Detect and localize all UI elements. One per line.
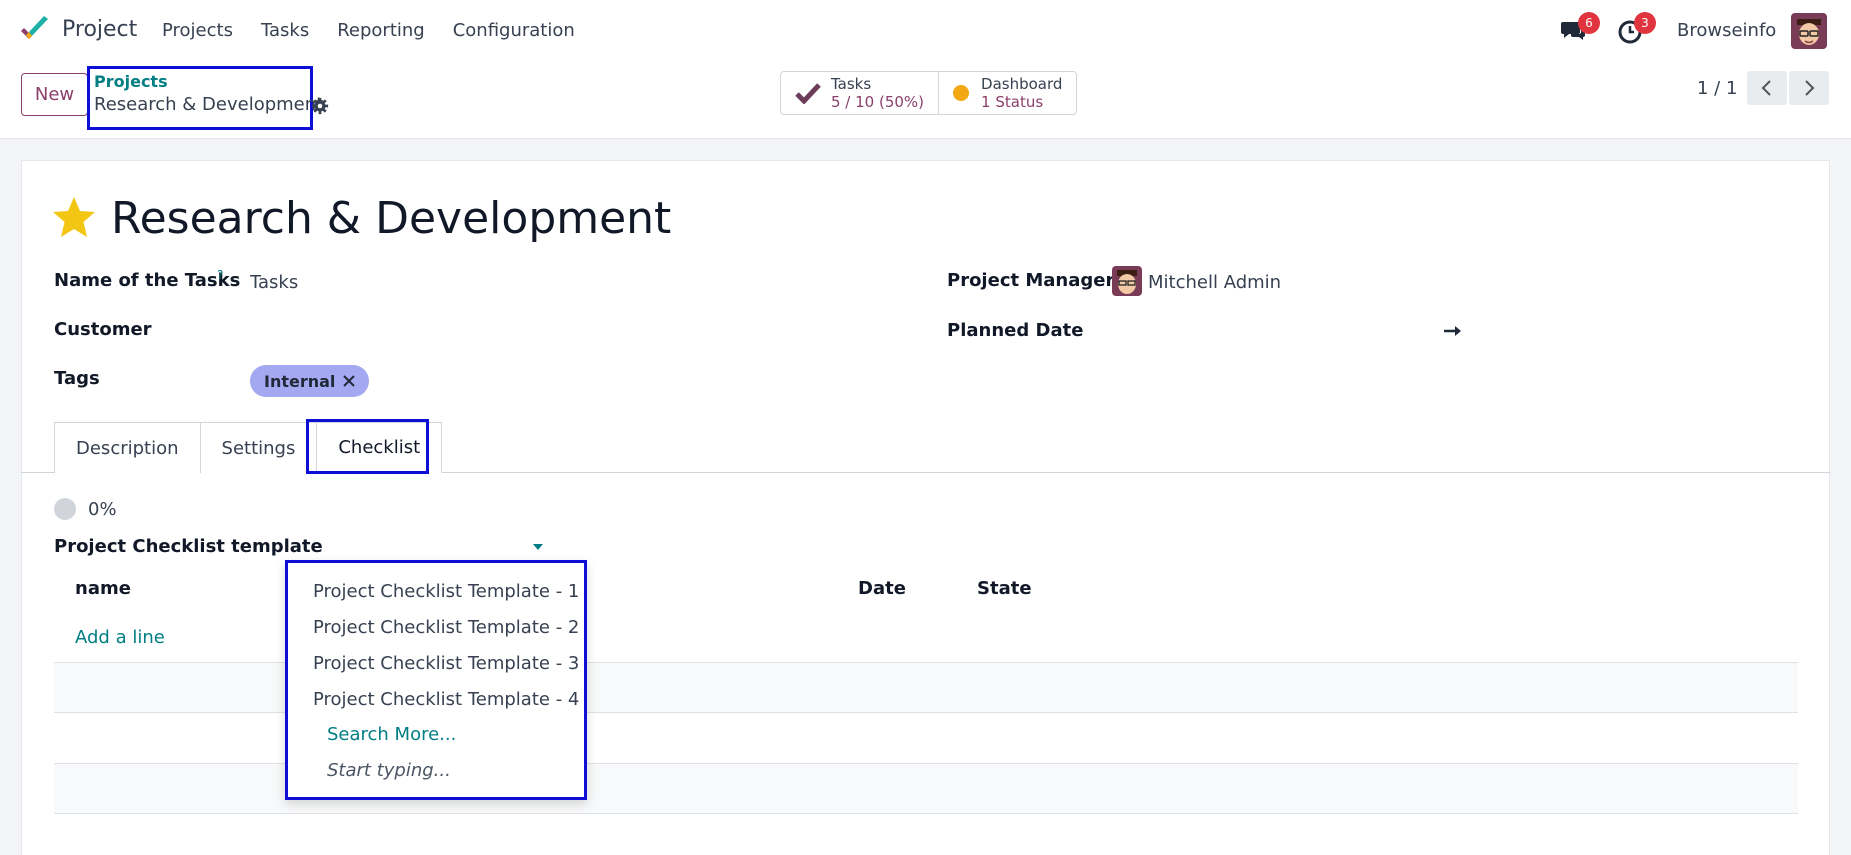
remove-tag-icon[interactable] xyxy=(343,375,356,387)
dropdown-option[interactable]: Project Checklist Template - 3 xyxy=(313,653,579,674)
column-date[interactable]: Date xyxy=(858,578,906,599)
pager-previous-button[interactable] xyxy=(1747,71,1787,105)
control-panel: New Projects Research & Development Task… xyxy=(0,62,1851,139)
dashboard-smart-button[interactable]: Dashboard 1 Status xyxy=(938,72,1076,114)
project-app-icon[interactable] xyxy=(19,15,51,43)
arrow-right-icon xyxy=(1444,326,1461,336)
project-manager-label: Project Manager xyxy=(947,270,1115,291)
checklist-template-label: Project Checklist template xyxy=(54,536,323,557)
star-icon[interactable] xyxy=(52,196,96,238)
breadcrumb-projects-link[interactable]: Projects xyxy=(94,72,168,91)
gear-icon[interactable] xyxy=(311,97,329,115)
menu-tasks[interactable]: Tasks xyxy=(261,20,309,41)
tasks-smart-label: Tasks xyxy=(831,75,872,93)
user-menu[interactable]: Browseinfo xyxy=(1677,20,1776,41)
template-dropdown: Project Checklist Template - 1 Project C… xyxy=(285,560,587,800)
top-navbar: Project Projects Tasks Reporting Configu… xyxy=(0,0,1851,62)
menu-reporting[interactable]: Reporting xyxy=(337,20,425,41)
chevron-right-icon xyxy=(1805,80,1815,96)
search-more-link[interactable]: Search More... xyxy=(327,724,456,745)
start-typing-hint: Start typing... xyxy=(327,760,451,781)
dropdown-option[interactable]: Project Checklist Template - 4 xyxy=(313,689,579,710)
add-line-link[interactable]: Add a line xyxy=(75,627,165,648)
dropdown-option[interactable]: Project Checklist Template - 2 xyxy=(313,617,579,638)
tasks-smart-value: 5 / 10 (50%) xyxy=(831,93,925,111)
progress-circle xyxy=(54,498,76,520)
manager-avatar xyxy=(1112,266,1142,296)
tab-settings[interactable]: Settings xyxy=(200,422,318,473)
chevron-left-icon xyxy=(1761,80,1771,96)
column-name[interactable]: name xyxy=(75,578,131,599)
row-divider xyxy=(54,813,1798,814)
status-dot-icon xyxy=(953,85,970,101)
user-avatar[interactable] xyxy=(1791,13,1827,49)
progress-value: 0% xyxy=(88,499,117,520)
pager-next-button[interactable] xyxy=(1789,71,1829,105)
tag-label: Internal xyxy=(264,371,336,391)
main-menu: Projects Tasks Reporting Configuration xyxy=(162,20,603,41)
pager-value[interactable]: 1 / 1 xyxy=(1697,78,1737,99)
tags-label: Tags xyxy=(54,368,100,389)
breadcrumb-current: Research & Development xyxy=(94,94,324,115)
help-tooltip[interactable]: ? xyxy=(217,268,223,282)
menu-projects[interactable]: Projects xyxy=(162,20,233,41)
tab-highlight xyxy=(306,419,429,474)
project-manager-field[interactable]: Mitchell Admin xyxy=(1148,272,1281,293)
check-icon xyxy=(795,83,821,104)
tag-internal: Internal xyxy=(250,365,370,397)
app-name[interactable]: Project xyxy=(62,17,137,42)
dashboard-smart-value: 1 Status xyxy=(981,93,1044,111)
project-title[interactable]: Research & Development xyxy=(111,193,671,244)
planned-date-label: Planned Date xyxy=(947,320,1084,341)
smart-buttons: Tasks 5 / 10 (50%) Dashboard 1 Status xyxy=(780,71,1078,115)
dropdown-option[interactable]: Project Checklist Template - 1 xyxy=(313,581,579,602)
messages-badge: 6 xyxy=(1578,12,1600,34)
tasks-smart-button[interactable]: Tasks 5 / 10 (50%) xyxy=(781,72,938,114)
name-of-tasks-label: Name of the Tasks xyxy=(54,270,241,291)
customer-label: Customer xyxy=(54,319,152,340)
dashboard-smart-label: Dashboard xyxy=(981,75,1063,93)
name-of-tasks-field[interactable]: Tasks xyxy=(250,272,298,293)
menu-configuration[interactable]: Configuration xyxy=(453,20,575,41)
dropdown-caret-icon[interactable] xyxy=(533,544,543,550)
activities-badge: 3 xyxy=(1634,12,1656,34)
column-state[interactable]: State xyxy=(977,578,1032,599)
new-button[interactable]: New xyxy=(21,73,88,116)
tab-description[interactable]: Description xyxy=(55,422,201,473)
